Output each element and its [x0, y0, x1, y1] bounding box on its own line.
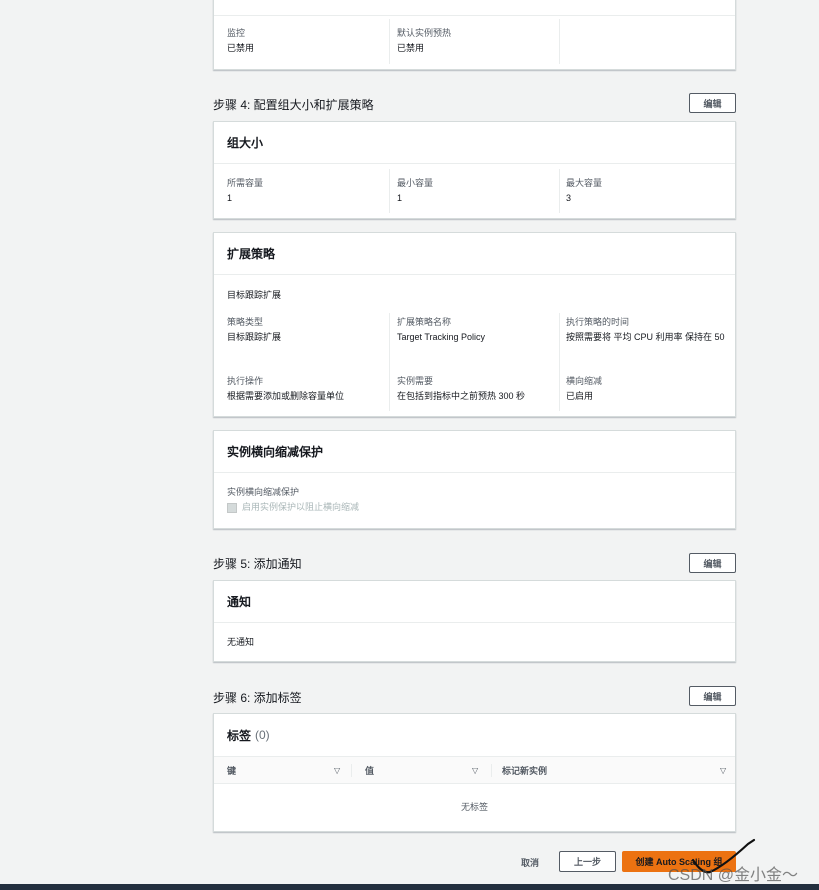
warmup-field: 默认实例预热 已禁用 — [384, 26, 540, 56]
instance-need-field: 实例需要 在包括到指标中之前预热 300 秒 — [384, 374, 540, 404]
desired-capacity-value: 1 — [227, 193, 233, 203]
instance-need-label: 实例需要 — [397, 376, 434, 386]
notifications-card: 通知 无通知 — [213, 580, 736, 662]
warmup-label: 默认实例预热 — [397, 28, 452, 38]
group-size-card: 组大小 所需容量 1 最小容量 1 最大容量 3 — [213, 121, 736, 219]
action-label: 执行操作 — [227, 376, 264, 386]
policy-name-label: 扩展策略名称 — [397, 317, 452, 327]
scaling-policy-heading: 扩展策略 — [214, 233, 735, 275]
scale-in-field: 横向缩减 已启用 — [553, 374, 733, 404]
protection-checkbox-row: 启用实例保护以阻止横向缩减 — [227, 500, 514, 515]
watermark: CSDN @金小金～ — [668, 867, 799, 884]
tags-count: (0) — [255, 728, 270, 742]
policy-name-value: Target Tracking Policy — [397, 332, 486, 342]
sort-icon: ▽ — [720, 765, 727, 775]
scale-in-protection-card: 实例横向缩减保护 实例横向缩减保护 启用实例保护以阻止横向缩减 — [213, 430, 736, 529]
protection-field: 实例横向缩减保护 启用实例保护以阻止横向缩减 — [214, 485, 514, 515]
protection-checkbox-label: 启用实例保护以阻止横向缩减 — [242, 502, 360, 512]
exec-time-field: 执行策略的时间 按照需要将 平均 CPU 利用率 保持在 50 — [553, 315, 733, 345]
group-size-heading: 组大小 — [214, 122, 735, 164]
max-capacity-field: 最大容量 3 — [553, 176, 733, 206]
min-capacity-value: 1 — [397, 193, 403, 203]
notifications-heading: 通知 — [214, 581, 735, 623]
column-key[interactable]: 键 ▽ — [227, 757, 347, 783]
step5-edit-button[interactable]: 编辑 — [689, 553, 736, 573]
policy-type-field: 策略类型 目标跟踪扩展 — [214, 315, 370, 345]
min-capacity-label: 最小容量 — [397, 178, 434, 188]
warmup-value: 已禁用 — [397, 43, 425, 53]
monitoring-value: 已禁用 — [227, 43, 255, 53]
step6-edit-button[interactable]: 编辑 — [689, 686, 736, 706]
protection-checkbox[interactable] — [227, 502, 237, 513]
sort-icon: ▽ — [472, 765, 479, 775]
monitoring-field: 监控 已禁用 — [214, 26, 370, 56]
step6-title: 步骤 6: 添加标签 — [213, 691, 302, 705]
exec-time-label: 执行策略的时间 — [566, 317, 630, 327]
protection-heading: 实例横向缩减保护 — [214, 431, 735, 473]
max-capacity-value: 3 — [566, 193, 572, 203]
step4-edit-button[interactable]: 编辑 — [689, 93, 736, 113]
protection-label: 实例横向缩减保护 — [227, 487, 300, 497]
scale-in-label: 横向缩减 — [566, 376, 603, 386]
action-value: 根据需要添加或删除容量单位 — [227, 391, 345, 401]
sort-icon: ▽ — [334, 765, 341, 775]
desired-capacity-field: 所需容量 1 — [214, 176, 370, 206]
scale-in-value: 已启用 — [566, 391, 594, 401]
tags-heading: 标签 — [227, 728, 252, 743]
tags-table-header: 键 ▽ 值 ▽ 标记新实例 ▽ — [214, 757, 735, 784]
monitoring-label: 监控 — [227, 28, 246, 38]
policy-name-field: 扩展策略名称 Target Tracking Policy — [384, 315, 540, 345]
scaling-subtitle: 目标跟踪扩展 — [227, 290, 282, 300]
notifications-value: 无通知 — [227, 637, 255, 647]
bottom-bar — [0, 884, 819, 890]
advanced-config-card: 监控 已禁用 默认实例预热 已禁用 — [213, 0, 736, 70]
policy-type-value: 目标跟踪扩展 — [227, 332, 282, 342]
cancel-button[interactable]: 取消 — [509, 852, 551, 872]
min-capacity-field: 最小容量 1 — [384, 176, 540, 206]
instance-need-value: 在包括到指标中之前预热 300 秒 — [397, 391, 526, 401]
card-header-fragment — [214, 0, 735, 16]
tags-heading-row: 标签 (0) — [214, 714, 735, 757]
tags-empty-state: 无标签 — [460, 802, 488, 812]
step5-title: 步骤 5: 添加通知 — [213, 557, 302, 571]
previous-button[interactable]: 上一步 — [559, 851, 616, 872]
max-capacity-label: 最大容量 — [566, 178, 603, 188]
desired-capacity-label: 所需容量 — [227, 178, 264, 188]
exec-time-value: 按照需要将 平均 CPU 利用率 保持在 50 — [566, 332, 725, 342]
column-tag-new-instances[interactable]: 标记新实例 ▽ — [502, 757, 727, 783]
step4-title: 步骤 4: 配置组大小和扩展策略 — [213, 98, 374, 112]
tags-card: 标签 (0) 键 ▽ 值 ▽ 标记新实例 ▽ 无标签 — [213, 713, 736, 832]
scaling-policy-card: 扩展策略 目标跟踪扩展 策略类型 目标跟踪扩展 扩展策略名称 Target Tr… — [213, 232, 736, 417]
policy-type-label: 策略类型 — [227, 317, 264, 327]
action-field: 执行操作 根据需要添加或删除容量单位 — [214, 374, 370, 404]
column-value[interactable]: 值 ▽ — [365, 757, 485, 783]
